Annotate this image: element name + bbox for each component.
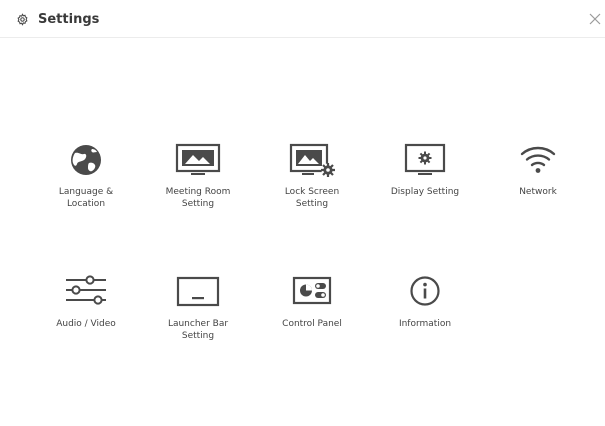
tile-label: Network xyxy=(519,187,557,197)
tile-label: Lock Screen Setting xyxy=(284,187,340,209)
wifi-icon xyxy=(520,146,556,173)
tile-label: Language & Location xyxy=(58,187,114,209)
tile-meeting-room-setting[interactable]: Meeting Room Setting xyxy=(146,143,250,233)
tile-label: Meeting Room Setting xyxy=(165,187,231,209)
tile-audio-video[interactable]: Audio / Video xyxy=(34,275,138,365)
tile-lock-screen-setting[interactable]: Lock Screen Setting xyxy=(260,143,364,233)
sliders-icon xyxy=(66,275,106,305)
info-icon xyxy=(410,276,440,306)
tile-label: Launcher Bar Setting xyxy=(167,319,229,341)
tile-information[interactable]: Information xyxy=(373,275,477,365)
close-icon[interactable] xyxy=(589,13,601,25)
globe-icon xyxy=(71,145,101,175)
tile-label: Audio / Video xyxy=(56,319,116,329)
tile-label: Information xyxy=(398,319,452,329)
tile-network[interactable]: Network xyxy=(486,143,590,233)
tile-control-panel[interactable]: Control Panel xyxy=(260,275,364,365)
settings-window: Settings Language & Location Meeting Roo… xyxy=(0,0,605,426)
monitor-gear-icon xyxy=(404,143,446,175)
control-panel-icon xyxy=(292,276,332,305)
tile-label: Control Panel xyxy=(282,319,342,329)
settings-header: Settings xyxy=(0,0,605,38)
tile-language-location[interactable]: Language & Location xyxy=(34,143,138,233)
monitor-landscape-gear-icon xyxy=(289,143,335,177)
tile-label: Display Setting xyxy=(390,187,460,197)
page-title: Settings xyxy=(38,12,100,27)
tile-launcher-bar-setting[interactable]: Launcher Bar Setting xyxy=(146,275,250,365)
monitor-landscape-icon xyxy=(175,143,221,175)
tile-display-setting[interactable]: Display Setting xyxy=(373,143,477,233)
gear-icon xyxy=(17,13,28,26)
launcher-bar-icon xyxy=(176,276,220,307)
